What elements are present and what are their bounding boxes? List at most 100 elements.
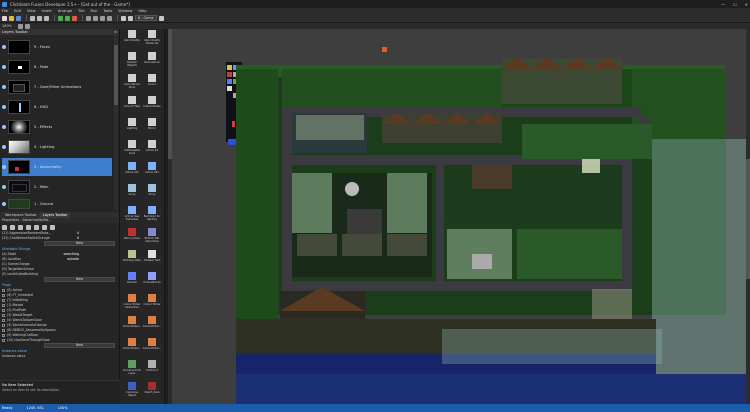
menu-window[interactable]: Window	[118, 9, 132, 13]
library-object[interactable]: Control X	[142, 359, 162, 381]
layer-row[interactable]: 8 - Fade	[2, 58, 112, 76]
flag-checkbox[interactable]	[2, 304, 5, 307]
library-object[interactable]: Checker	[122, 271, 142, 293]
small-building[interactable]	[387, 234, 427, 256]
size-icon[interactable]	[18, 224, 23, 230]
menu-tools[interactable]: Tools	[103, 9, 112, 13]
library-object[interactable]: Active 16	[142, 139, 162, 161]
scroll-thumb[interactable]	[746, 159, 750, 279]
library-object[interactable]: Abnormality Obstacles	[142, 29, 162, 51]
event-editor-icon[interactable]	[100, 15, 105, 21]
library-object[interactable]: Doors	[142, 73, 162, 95]
menu-tile[interactable]: Tile	[78, 9, 84, 13]
menu-file[interactable]: File	[2, 9, 8, 13]
water-overlay[interactable]	[442, 329, 662, 364]
string-value[interactable]: outside	[67, 257, 79, 262]
layer-row[interactable]: 6 - HUD	[2, 98, 112, 116]
grid-icon[interactable]	[17, 23, 23, 29]
library-object[interactable]: Blood_Close	[122, 227, 142, 249]
back-icon[interactable]	[121, 15, 126, 21]
forward-icon[interactable]	[128, 15, 133, 21]
maximize-button[interactable]: ☐	[733, 2, 737, 7]
scroll-thumb[interactable]	[114, 45, 118, 105]
flag-checkbox[interactable]	[2, 324, 5, 327]
frame-select[interactable]: 8 - Game	[135, 15, 157, 21]
library-object[interactable]: Decorations Shop	[122, 73, 142, 95]
placed-object[interactable]	[227, 65, 232, 70]
library-object[interactable]: Combine from Layer	[122, 359, 142, 381]
placed-object[interactable]	[227, 79, 232, 84]
menu-insert[interactable]: Insert	[42, 9, 52, 13]
level-map[interactable]	[172, 29, 746, 404]
water-overlay[interactable]	[652, 139, 746, 379]
flag-checkbox[interactable]	[2, 319, 5, 322]
library-object[interactable]: Backdrop for lighting	[142, 205, 162, 227]
visibility-eye-icon[interactable]	[2, 65, 6, 69]
menu-help[interactable]: Help	[138, 9, 146, 13]
shop-building[interactable]	[472, 165, 512, 189]
small-building[interactable]	[347, 209, 382, 234]
library-object[interactable]: Outdoor Objects	[122, 51, 142, 73]
new-string-button[interactable]: New	[44, 277, 115, 282]
frame-editor-icon[interactable]	[93, 15, 98, 21]
visibility-eye-icon[interactable]	[2, 145, 6, 149]
layer-row[interactable]: 7 - Gore/Other Animations	[2, 78, 112, 96]
menu-arrange[interactable]: Arrange	[58, 9, 72, 13]
event-list-icon[interactable]	[107, 15, 112, 21]
placed-object[interactable]	[232, 121, 235, 127]
library-object[interactable]: UnMoveable tools	[122, 139, 142, 161]
library-object[interactable]: ColourPicker...	[122, 337, 142, 359]
save-icon[interactable]	[16, 15, 21, 21]
library-object[interactable]: Article_Sea Darkness	[122, 205, 142, 227]
library-object[interactable]: Colour Picker Interaction	[122, 293, 142, 315]
cut-icon[interactable]	[30, 15, 35, 21]
library-object[interactable]: Bottom Bar Interactive	[142, 227, 162, 249]
about-icon[interactable]	[50, 224, 55, 230]
flag-checkbox[interactable]	[2, 334, 5, 337]
open-folder-icon[interactable]	[9, 15, 14, 21]
copy-icon[interactable]	[37, 15, 42, 21]
library-object[interactable]: ColourPicker...	[142, 315, 162, 337]
fountain[interactable]	[345, 182, 359, 196]
library-object[interactable]: ColourPicker...	[122, 315, 142, 337]
visibility-eye-icon[interactable]	[2, 202, 6, 206]
placed-object[interactable]	[227, 72, 232, 77]
library-object[interactable]: Active 247	[122, 161, 142, 183]
stop-icon[interactable]	[72, 15, 77, 21]
placed-object[interactable]	[227, 86, 232, 91]
flag-checkbox[interactable]	[2, 339, 5, 342]
storyboard-icon[interactable]	[86, 15, 91, 21]
canvas-scrollbar[interactable]	[746, 29, 750, 404]
flag-checkbox[interactable]	[2, 309, 5, 312]
new-file-icon[interactable]	[2, 15, 7, 21]
library-object[interactable]: Abnormality	[122, 29, 142, 51]
visibility-eye-icon[interactable]	[2, 125, 6, 129]
library-object[interactable]: Array	[142, 183, 162, 205]
visibility-eye-icon[interactable]	[2, 185, 6, 189]
frame-editor-canvas[interactable]	[172, 29, 746, 404]
layer-row[interactable]: 1 - Ground	[2, 198, 112, 210]
new-flag-button[interactable]: New	[44, 343, 115, 348]
library-object[interactable]: Cutscene Object	[122, 381, 142, 403]
flag-checkbox[interactable]	[2, 299, 5, 302]
library-object[interactable]: Active 281	[142, 161, 162, 183]
library-object[interactable]: Lighting	[122, 117, 142, 139]
close-button[interactable]: ✕	[745, 2, 748, 7]
visibility-eye-icon[interactable]	[2, 45, 6, 49]
runtime-icon[interactable]	[26, 224, 31, 230]
values-icon[interactable]	[34, 224, 39, 230]
playground[interactable]	[472, 254, 492, 269]
zoom-select[interactable]: 100%	[2, 24, 12, 28]
menu-edit[interactable]: Edit	[14, 9, 21, 13]
layer-row[interactable]: 9 - Faces	[2, 38, 112, 56]
menu-run[interactable]: Run	[90, 9, 97, 13]
new-value-button[interactable]: New	[44, 241, 115, 246]
layers-scrollbar[interactable]	[114, 35, 118, 210]
library-object[interactable]: Building Data	[122, 249, 142, 271]
library-object[interactable]: Array	[122, 183, 142, 205]
flag-checkbox[interactable]	[2, 329, 5, 332]
settings-icon[interactable]	[2, 224, 7, 230]
library-object[interactable]: Colour Picker	[142, 293, 162, 315]
small-building[interactable]	[297, 234, 337, 256]
display-icon[interactable]	[10, 224, 15, 230]
